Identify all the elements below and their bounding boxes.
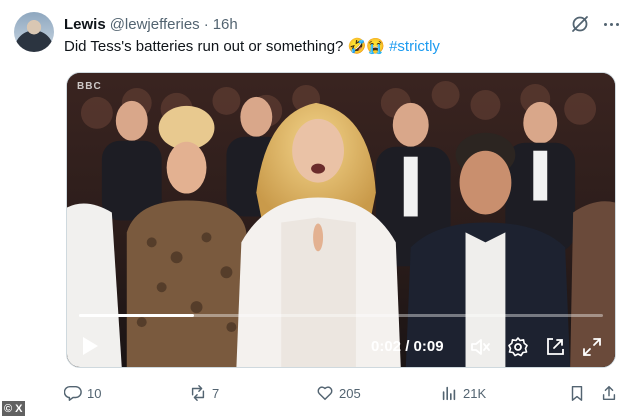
progress-fill [79,314,195,317]
popout-icon[interactable] [544,336,566,358]
reply-icon [64,385,82,401]
repost-count: 7 [212,385,220,401]
fullscreen-icon[interactable] [581,336,603,358]
share-button[interactable] [600,383,623,403]
like-count: 205 [339,385,361,401]
views-button[interactable]: 21K [440,383,486,403]
mute-icon[interactable] [469,336,491,358]
reply-button[interactable]: 10 [64,383,101,403]
share-icon [602,385,616,401]
avatar[interactable] [14,12,54,52]
settings-icon[interactable] [507,336,529,358]
repost-button[interactable]: 7 [189,383,219,403]
more-options-icon[interactable] [600,14,622,34]
play-icon[interactable] [81,336,99,356]
x-watermark: © X [2,401,25,416]
time-readout: 0:02 / 0:09 [371,338,444,355]
bookmark-icon [571,385,583,401]
author-handle[interactable]: @lewjefferies [110,16,200,33]
views-count: 21K [463,385,487,401]
tweet-body: Did Tess's batteries run out or somethin… [64,38,385,55]
bookmark-button[interactable] [568,383,591,403]
author-name[interactable]: Lewis [64,16,106,33]
heart-icon [317,386,333,401]
reply-count: 10 [87,385,102,401]
video-player[interactable]: BBC 0:02 / 0:09 [66,72,616,368]
tweet-header: Lewis @lewjefferies · 16h [64,14,238,34]
video-frame [67,73,615,367]
channel-logo: BBC [77,81,102,92]
hashtag-link[interactable]: #strictly [389,38,440,55]
timestamp[interactable]: 16h [213,16,238,33]
views-icon [442,386,456,401]
tweet-text: Did Tess's batteries run out or somethin… [64,37,440,55]
repost-icon [191,385,205,401]
grok-icon[interactable] [570,14,590,34]
tweet-actions: 10 7 205 21K [64,383,620,403]
progress-bar[interactable] [79,314,603,317]
video-controls: 0:02 / 0:09 [67,325,615,367]
separator-dot: · [203,15,209,33]
like-button[interactable]: 205 [316,383,361,403]
